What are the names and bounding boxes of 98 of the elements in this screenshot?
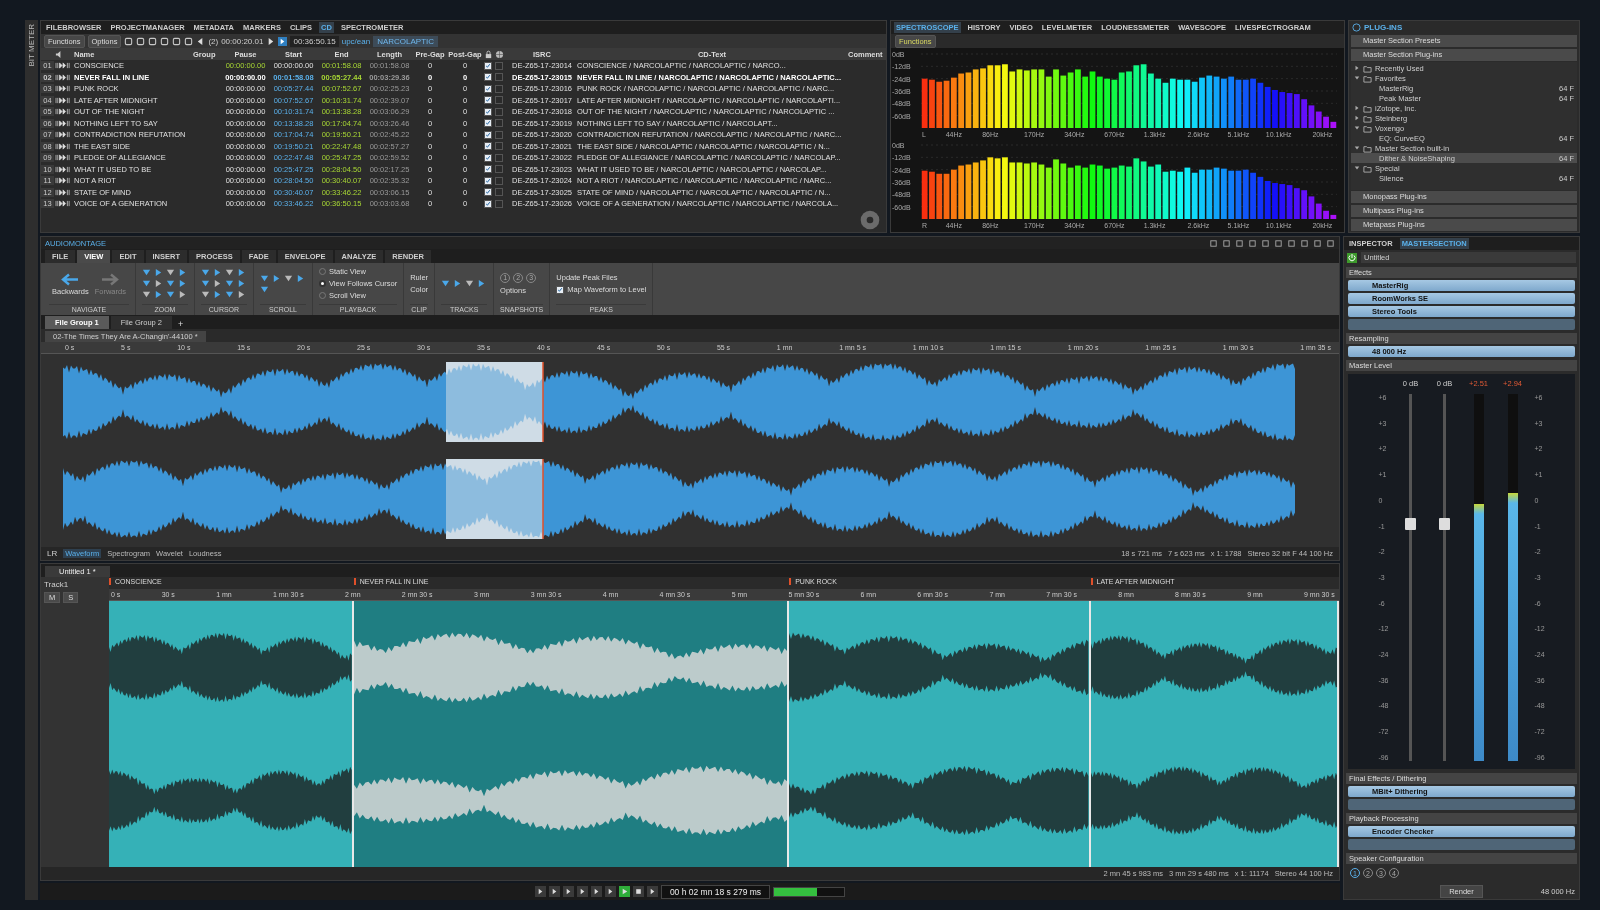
checkbox[interactable] — [495, 73, 503, 82]
square-icon[interactable] — [1222, 238, 1231, 248]
audio-clip[interactable] — [109, 601, 354, 867]
checkbox[interactable] — [495, 96, 503, 105]
upc-ean-link[interactable]: upc/ean — [341, 36, 371, 46]
checkbox[interactable] — [495, 130, 503, 139]
checkbox[interactable] — [495, 188, 503, 197]
track-index: (2) — [208, 36, 219, 46]
play-markers-icon[interactable] — [55, 188, 71, 196]
checkbox[interactable] — [495, 119, 503, 128]
radio-button[interactable] — [318, 280, 326, 287]
checkbox[interactable] — [484, 73, 492, 82]
caret-icon[interactable] — [1354, 165, 1360, 171]
play-markers-icon[interactable] — [55, 62, 71, 70]
play-markers-icon[interactable] — [55, 131, 71, 139]
checkbox[interactable] — [484, 96, 492, 105]
checkbox[interactable] — [484, 119, 492, 128]
checkbox[interactable] — [495, 199, 503, 208]
checkbox[interactable] — [484, 130, 492, 139]
transport-button[interactable] — [534, 886, 546, 897]
album-title-button[interactable]: NARCOLAPTIC — [373, 35, 439, 47]
caret-icon[interactable] — [1354, 75, 1360, 81]
checkbox[interactable] — [495, 84, 503, 93]
square-icon[interactable] — [160, 36, 170, 46]
checkbox[interactable] — [556, 285, 565, 294]
checkbox[interactable] — [495, 142, 503, 151]
transport-button[interactable] — [618, 886, 630, 897]
transport-button[interactable] — [590, 886, 602, 897]
play-markers-icon[interactable] — [55, 119, 71, 127]
next-icon[interactable] — [266, 36, 276, 46]
arrow-icon — [60, 271, 81, 287]
play-markers-icon[interactable] — [55, 108, 71, 116]
panel-title: PLUG-INS — [1364, 23, 1403, 32]
transport-button[interactable] — [604, 886, 616, 897]
play-markers-icon[interactable] — [55, 177, 71, 185]
audio-clip[interactable] — [789, 601, 1091, 867]
checkbox[interactable] — [484, 176, 492, 185]
fader-handle[interactable] — [1439, 517, 1450, 530]
checkbox[interactable] — [495, 61, 503, 70]
caret-icon[interactable] — [1354, 115, 1360, 121]
square-icon[interactable] — [1209, 238, 1218, 248]
transport-button[interactable] — [562, 886, 574, 897]
square-icon[interactable] — [1235, 238, 1244, 248]
play-markers-icon[interactable] — [55, 154, 71, 162]
add-tab-button[interactable]: + — [174, 319, 188, 329]
checkbox[interactable] — [495, 153, 503, 162]
checkbox[interactable] — [484, 142, 492, 151]
transport-button[interactable] — [632, 886, 644, 897]
play-markers-icon[interactable] — [55, 200, 71, 208]
checkbox[interactable] — [495, 165, 503, 174]
checkbox[interactable] — [484, 199, 492, 208]
square-icon[interactable] — [1326, 238, 1335, 248]
transport-button[interactable] — [576, 886, 588, 897]
checkbox[interactable] — [484, 188, 492, 197]
time-display: 00 h 02 mn 18 s 279 ms — [660, 884, 771, 899]
lock-icon — [484, 49, 493, 59]
checkbox[interactable] — [484, 107, 492, 116]
arrow-icon — [100, 271, 121, 287]
play-markers-icon[interactable] — [55, 85, 71, 93]
checkbox[interactable] — [495, 107, 503, 116]
square-icon[interactable] — [136, 36, 146, 46]
transport-button[interactable] — [646, 886, 658, 897]
square-icon[interactable] — [124, 36, 134, 46]
total-time: 00:36:50.15 — [290, 35, 339, 47]
power-icon[interactable] — [1347, 252, 1357, 263]
track-position: 00:00:20.01 — [221, 36, 264, 46]
caret-icon[interactable] — [1354, 65, 1360, 71]
checkbox[interactable] — [495, 176, 503, 185]
audio-clip[interactable] — [1090, 601, 1339, 867]
fader-handle[interactable] — [1405, 517, 1416, 530]
checkbox[interactable] — [484, 153, 492, 162]
caret-icon[interactable] — [1354, 105, 1360, 111]
square-icon[interactable] — [172, 36, 182, 46]
square-icon[interactable] — [148, 36, 158, 46]
channel-label: LR — [47, 549, 58, 558]
globe-icon — [495, 49, 504, 59]
disc-icon — [860, 210, 880, 230]
play-markers-icon[interactable] — [55, 73, 71, 81]
square-icon[interactable] — [1248, 238, 1257, 248]
caret-icon[interactable] — [1354, 125, 1360, 131]
transport-button[interactable] — [548, 886, 560, 897]
play-markers-icon[interactable] — [55, 165, 71, 173]
audio-clip[interactable] — [353, 601, 790, 867]
strip-label[interactable]: BIT METER — [27, 24, 36, 67]
square-icon[interactable] — [1313, 238, 1322, 248]
square-icon[interactable] — [184, 36, 194, 46]
caret-icon[interactable] — [1354, 145, 1360, 151]
square-icon[interactable] — [1287, 238, 1296, 248]
checkbox[interactable] — [484, 165, 492, 174]
track-name: Track1 — [44, 580, 69, 589]
checkbox[interactable] — [484, 84, 492, 93]
square-icon[interactable] — [1274, 238, 1283, 248]
play-markers-icon[interactable] — [55, 96, 71, 104]
play-icon[interactable] — [278, 36, 288, 46]
square-icon[interactable] — [1261, 238, 1270, 248]
play-markers-icon[interactable] — [55, 142, 71, 150]
square-icon[interactable] — [1300, 238, 1309, 248]
checkbox[interactable] — [484, 61, 492, 70]
